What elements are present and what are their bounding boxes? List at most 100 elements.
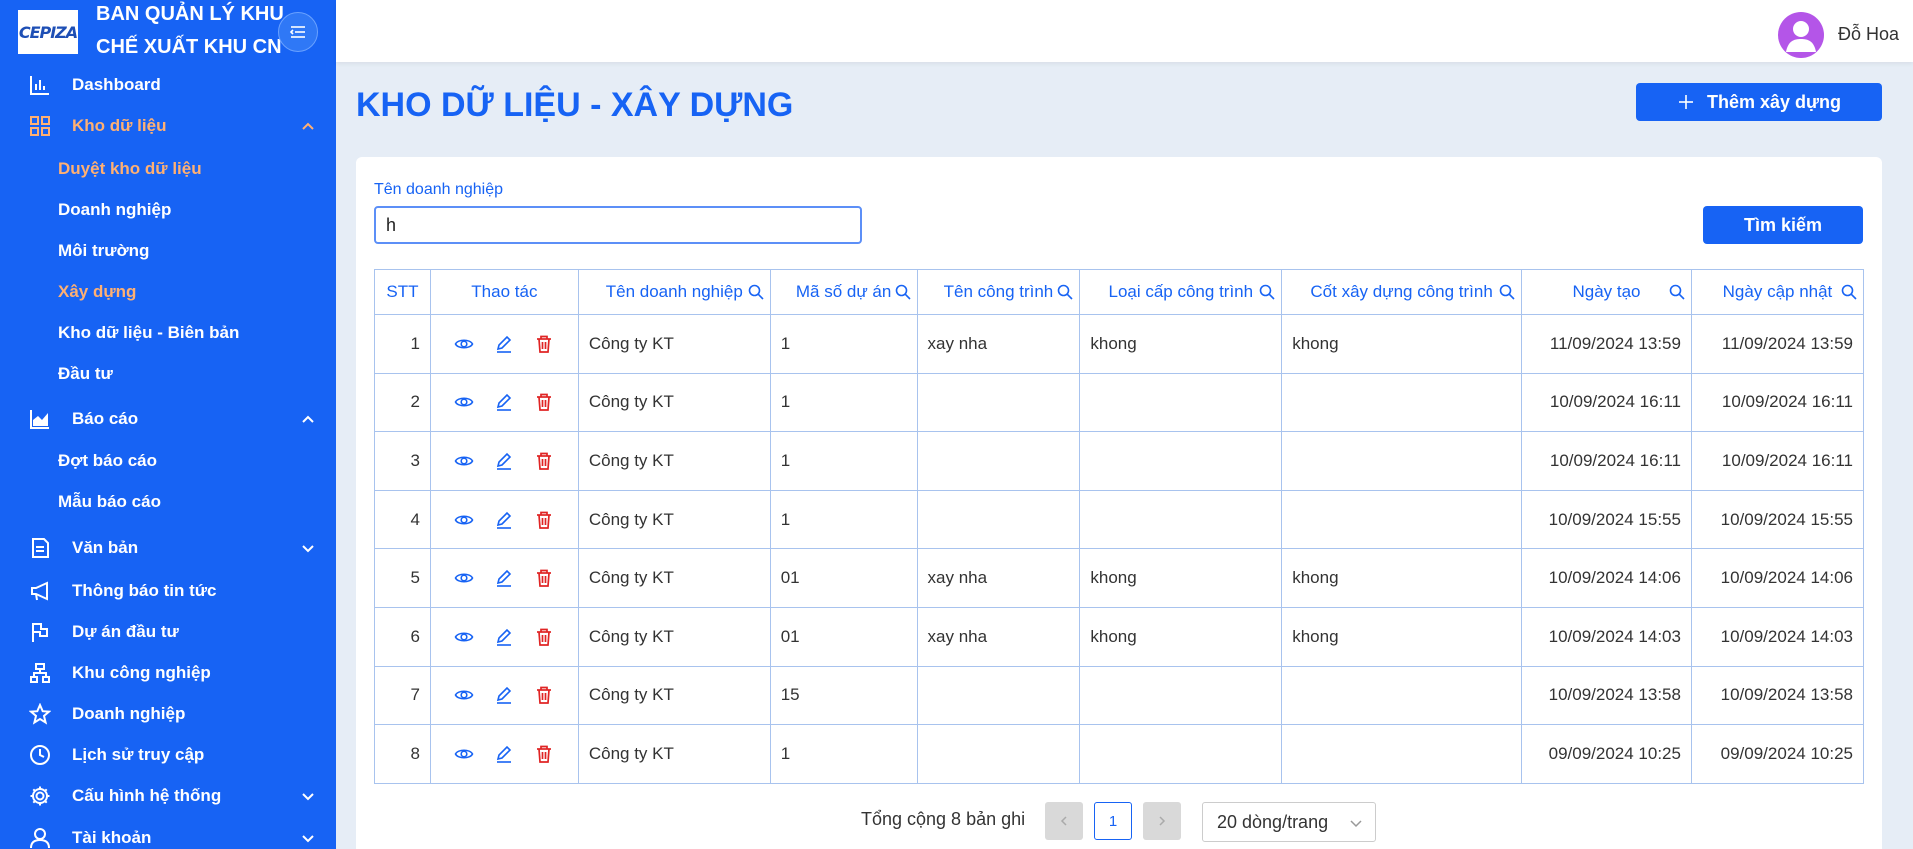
cell-created: 10/09/2024 13:58	[1521, 665, 1692, 726]
search-icon[interactable]	[1259, 284, 1275, 300]
sidebar-item-du-an[interactable]: Dự án đầu tư	[0, 619, 336, 645]
user-avatar-icon	[1786, 21, 1816, 52]
search-button[interactable]: Tìm kiếm	[1703, 206, 1863, 244]
sidebar-sub-doanh-nghiep[interactable]: Doanh nghiệp	[58, 200, 171, 220]
cell-updated: 10/09/2024 13:58	[1690, 665, 1865, 726]
chevron-up-icon	[302, 122, 314, 130]
search-icon[interactable]	[748, 284, 764, 300]
sidebar-item-tai-khoan[interactable]: Tài khoản	[0, 825, 336, 849]
flag-icon	[28, 620, 52, 644]
edit-icon[interactable]	[494, 744, 514, 764]
cell-created: 11/09/2024 13:59	[1521, 314, 1692, 374]
cell-updated: 10/09/2024 14:03	[1690, 606, 1865, 667]
edit-icon[interactable]	[494, 568, 514, 588]
cell-level: khong	[1079, 548, 1283, 608]
header-label: Cốt xây dựng công trình	[1310, 282, 1493, 301]
delete-icon[interactable]	[534, 744, 554, 764]
cell-stt: 5	[374, 548, 431, 608]
view-icon[interactable]	[454, 685, 474, 705]
next-page-button[interactable]	[1143, 802, 1181, 840]
sidebar-sub-dot-bao-cao[interactable]: Đợt báo cáo	[58, 451, 157, 471]
sidebar-item-doanh-nghiep[interactable]: Doanh nghiệp	[0, 701, 336, 727]
sidebar-item-khu-cong-nghiep[interactable]: Khu công nghiệp	[0, 660, 336, 686]
page-size-select[interactable]: 20 dòng/trang	[1202, 802, 1376, 842]
cell-elevation: khong	[1281, 314, 1523, 374]
delete-icon[interactable]	[534, 334, 554, 354]
table-row: 1 Công ty KT 1 xay nha khong khong 11/09/2024 …	[374, 314, 1865, 374]
delete-icon[interactable]	[534, 451, 554, 471]
sidebar-sub-duyet-kho[interactable]: Duyệt kho dữ liệu	[58, 159, 202, 179]
user-name[interactable]: Đỗ Hoa	[1838, 24, 1899, 45]
delete-icon[interactable]	[534, 568, 554, 588]
sidebar-item-dashboard[interactable]: Dashboard	[0, 72, 336, 98]
menu-toggle-button[interactable]	[278, 12, 318, 52]
logo-text: CEPIZA	[18, 22, 78, 42]
delete-icon[interactable]	[534, 510, 554, 530]
sidebar-sub-dau-tu[interactable]: Đầu tư	[58, 364, 113, 384]
edit-icon[interactable]	[494, 334, 514, 354]
cell-created: 10/09/2024 14:06	[1521, 548, 1692, 608]
sidebar-item-bao-cao[interactable]: Báo cáo	[0, 406, 336, 432]
sidebar-item-van-ban[interactable]: Văn bản	[0, 535, 336, 561]
chevron-down-icon	[302, 545, 314, 553]
search-icon[interactable]	[1669, 284, 1685, 300]
edit-icon[interactable]	[494, 451, 514, 471]
add-construction-button[interactable]: Thêm xây dựng	[1636, 83, 1882, 121]
cell-company: Công ty KT	[577, 372, 771, 433]
sidebar-item-lich-su[interactable]: Lịch sử truy cập	[0, 742, 336, 768]
delete-icon[interactable]	[534, 392, 554, 412]
clock-icon	[28, 743, 52, 767]
cell-work-name	[916, 431, 1081, 491]
chevron-up-icon	[302, 415, 314, 423]
search-icon[interactable]	[1057, 284, 1073, 300]
delete-icon[interactable]	[534, 685, 554, 705]
plus-icon	[1678, 95, 1693, 109]
header-label: Ngày cập nhật	[1722, 282, 1833, 301]
sidebar-item-cau-hinh[interactable]: Cấu hình hệ thống	[0, 783, 336, 809]
sidebar-sub-xay-dung[interactable]: Xây dựng	[58, 282, 136, 302]
cell-updated: 10/09/2024 14:06	[1690, 548, 1865, 608]
view-icon[interactable]	[454, 392, 474, 412]
sidebar: CEPIZA BAN QUẢN LÝ KHU CHẾ XUẤT KHU CN D…	[0, 0, 336, 849]
avatar[interactable]	[1778, 12, 1824, 58]
delete-icon[interactable]	[534, 627, 554, 647]
edit-icon[interactable]	[494, 627, 514, 647]
view-icon[interactable]	[454, 510, 474, 530]
cell-project-code: 1	[769, 314, 918, 374]
sidebar-sub-mau-bao-cao[interactable]: Mẫu báo cáo	[58, 492, 161, 512]
cell-actions	[429, 372, 579, 433]
cell-created: 09/09/2024 10:25	[1521, 724, 1692, 784]
page-number-button[interactable]: 1	[1094, 802, 1132, 840]
table-row: 3 Công ty KT 1 10/09/2024 16:11 10/09/2024 1…	[374, 431, 1865, 491]
edit-icon[interactable]	[494, 392, 514, 412]
sidebar-item-label: Dự án đầu tư	[72, 622, 179, 641]
view-icon[interactable]	[454, 334, 474, 354]
edit-icon[interactable]	[494, 685, 514, 705]
company-name-input[interactable]	[374, 206, 862, 244]
view-icon[interactable]	[454, 744, 474, 764]
cell-actions	[429, 314, 579, 374]
chevron-right-icon	[1159, 816, 1166, 826]
view-icon[interactable]	[454, 451, 474, 471]
cell-created: 10/09/2024 16:11	[1521, 372, 1692, 433]
sidebar-sub-bien-ban[interactable]: Kho dữ liệu - Biên bản	[58, 323, 239, 343]
search-field-label: Tên doanh nghiệp	[374, 181, 503, 198]
page-size-value: 20 dòng/trang	[1217, 811, 1329, 832]
edit-icon[interactable]	[494, 510, 514, 530]
chevron-down-icon	[302, 835, 314, 843]
sidebar-item-thong-bao[interactable]: Thông báo tin tức	[0, 578, 336, 604]
view-icon[interactable]	[454, 568, 474, 588]
cell-updated: 10/09/2024 15:55	[1690, 489, 1865, 550]
cell-stt: 4	[374, 489, 431, 550]
search-icon[interactable]	[895, 284, 911, 300]
prev-page-button[interactable]	[1045, 802, 1083, 840]
search-icon[interactable]	[1499, 284, 1515, 300]
view-icon[interactable]	[454, 627, 474, 647]
search-icon[interactable]	[1841, 284, 1857, 300]
cell-elevation	[1281, 665, 1523, 726]
cell-stt: 8	[374, 724, 431, 784]
sidebar-sub-moi-truong[interactable]: Môi trường	[58, 241, 149, 261]
cell-level	[1079, 665, 1283, 726]
cell-updated: 11/09/2024 13:59	[1690, 314, 1865, 374]
sidebar-item-kho-du-lieu[interactable]: Kho dữ liệu	[0, 113, 336, 139]
